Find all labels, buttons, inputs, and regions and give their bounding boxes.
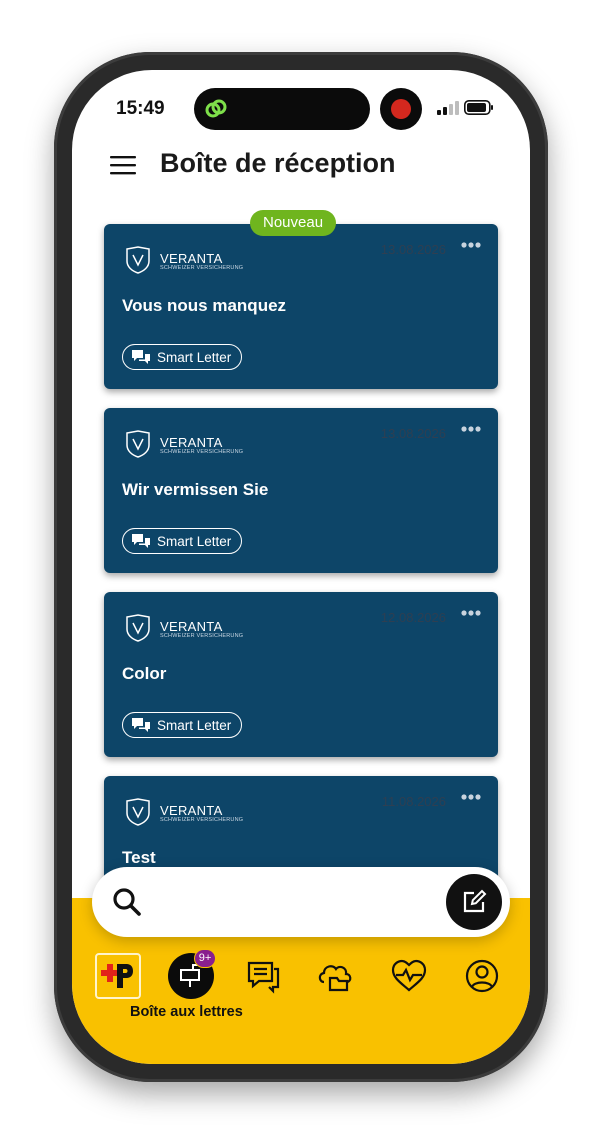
sender-name: VERANTA [160, 619, 223, 634]
notification-badge: 9+ [194, 949, 216, 968]
battery-icon [464, 100, 493, 115]
compose-button[interactable] [446, 874, 502, 930]
message-date: 11.08.2026 [381, 794, 446, 809]
letters-icon [247, 961, 280, 994]
shield-logo-icon [126, 614, 150, 642]
smart-letter-label: Smart Letter [157, 717, 232, 733]
more-icon[interactable] [460, 239, 482, 251]
sender-name: VERANTA [160, 435, 223, 450]
sender-tagline: SCHWEIZER VERSICHERUNG [160, 449, 244, 455]
shield-logo-icon [126, 246, 150, 274]
message-subject: Color [122, 664, 167, 683]
compose-icon [463, 889, 487, 913]
new-badge: Nouveau [250, 210, 337, 236]
message-date: 13.08.2026 [380, 426, 446, 441]
message-subject: Test [122, 848, 156, 867]
smart-letter-tag[interactable]: Smart Letter [122, 344, 243, 370]
menu-icon[interactable] [110, 155, 136, 175]
search-bar[interactable] [92, 867, 510, 937]
post-logo-icon[interactable] [95, 953, 141, 999]
smart-letter-label: Smart Letter [157, 533, 232, 549]
health-nav-button[interactable] [387, 954, 431, 998]
sender-tagline: SCHWEIZER VERSICHERUNG [160, 265, 244, 271]
message-subject: Wir vermissen Sie [122, 480, 269, 499]
message-subject: Vous nous manquez [122, 296, 287, 315]
cloud-folder-nav-button[interactable] [314, 954, 358, 998]
cloud-folder-icon [318, 965, 352, 992]
more-icon[interactable] [460, 423, 482, 435]
link-app-icon [205, 99, 227, 118]
message-date: 13.08.2026 [380, 242, 446, 257]
app-screen: 15:49 Boîte de réception Nouveau VERANTA… [72, 70, 530, 1064]
profile-nav-button[interactable] [460, 954, 504, 998]
dynamic-island [194, 88, 370, 130]
message-card[interactable]: Nouveau VERANTA SCHWEIZER VERSICHERUNG 1… [104, 210, 498, 389]
heart-pulse-icon [391, 959, 427, 992]
sender-tagline: SCHWEIZER VERSICHERUNG [160, 633, 244, 639]
more-icon[interactable] [460, 607, 482, 619]
letters-nav-button[interactable] [241, 954, 285, 998]
chat-bubbles-icon [132, 350, 150, 364]
sender-name: VERANTA [160, 251, 223, 266]
smart-letter-label: Smart Letter [157, 349, 232, 365]
message-date: 12.08.2026 [380, 610, 446, 625]
more-icon[interactable] [460, 791, 482, 803]
sender-tagline: SCHWEIZER VERSICHERUNG [160, 817, 244, 823]
profile-icon [465, 959, 499, 993]
mailbox-nav-button[interactable]: 9+ [168, 949, 216, 999]
chat-bubbles-icon [132, 718, 150, 732]
shield-logo-icon [126, 798, 150, 826]
message-list: Nouveau VERANTA SCHWEIZER VERSICHERUNG 1… [104, 210, 498, 941]
status-time: 15:49 [116, 98, 165, 119]
shield-logo-icon [126, 430, 150, 458]
sender-name: VERANTA [160, 803, 223, 818]
message-card[interactable]: VERANTA SCHWEIZER VERSICHERUNG 13.08.202… [104, 408, 498, 573]
smart-letter-tag[interactable]: Smart Letter [122, 712, 243, 738]
message-card[interactable]: VERANTA SCHWEIZER VERSICHERUNG 12.08.202… [104, 592, 498, 757]
signal-icon [437, 101, 459, 115]
active-nav-label: Boîte aux lettres [130, 1004, 243, 1020]
page-title: Boîte de réception [160, 148, 396, 178]
recording-indicator [380, 88, 422, 130]
smart-letter-tag[interactable]: Smart Letter [122, 528, 243, 554]
search-icon [113, 888, 141, 916]
chat-bubbles-icon [132, 534, 150, 548]
